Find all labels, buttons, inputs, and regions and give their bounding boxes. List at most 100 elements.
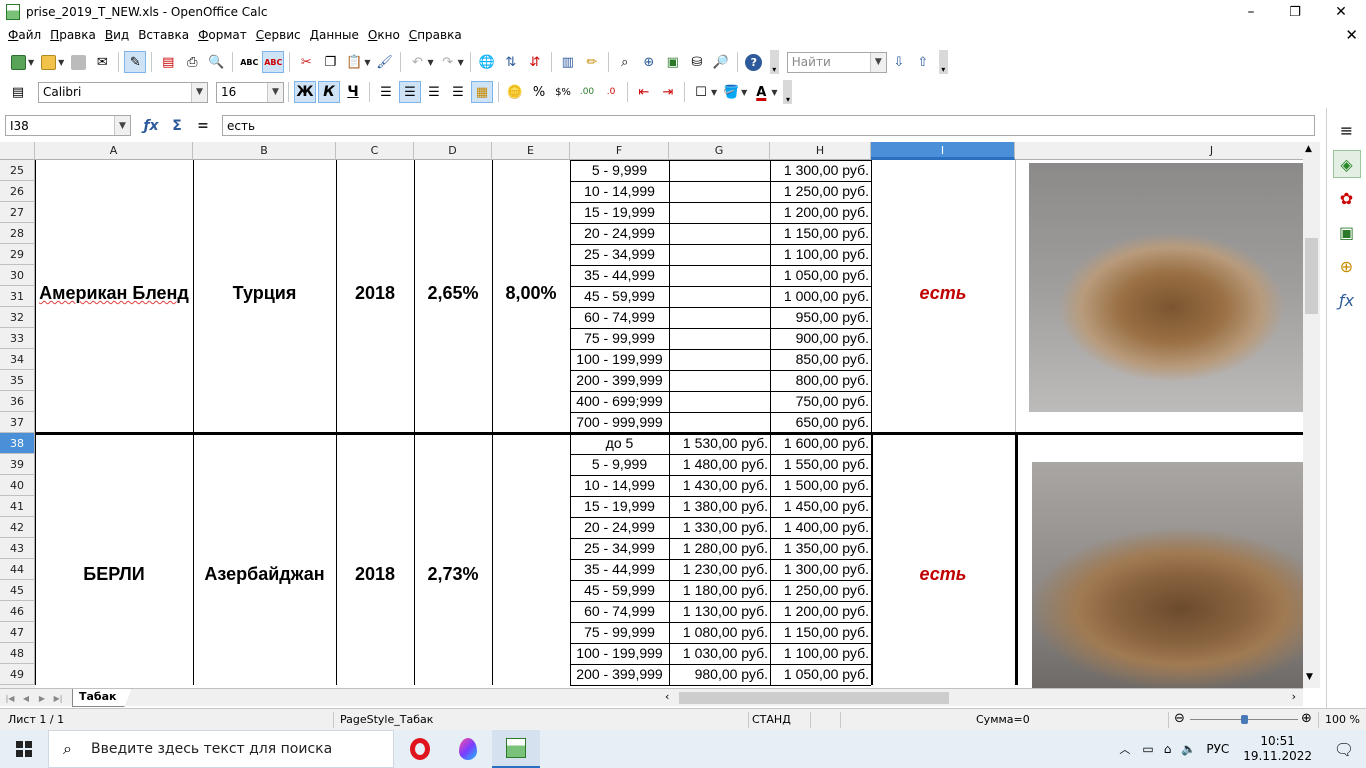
prev-sheet-icon[interactable]: ◀ [20, 692, 32, 704]
input-language[interactable]: РУС [1206, 742, 1229, 756]
cell-f-range[interactable]: 100 - 199,999 [570, 349, 669, 369]
properties-icon[interactable]: ◈ [1332, 150, 1361, 178]
sort-ascending-icon[interactable]: ⇅ [500, 51, 522, 73]
document-close-button[interactable]: ✕ [1345, 26, 1358, 44]
cell-f-range[interactable]: 10 - 14,999 [570, 181, 669, 201]
column-header-g[interactable]: G [669, 142, 770, 160]
cell-f-range[interactable]: 10 - 14,999 [570, 475, 669, 495]
formula-input[interactable]: есть [222, 115, 1315, 136]
font-color-icon[interactable]: A [750, 81, 772, 103]
cell-h-price[interactable]: 1 300,00 руб. [770, 559, 871, 579]
formula-equals-button[interactable]: = [192, 116, 214, 136]
start-button[interactable] [0, 730, 48, 768]
product-name[interactable]: Американ Бленд [35, 282, 193, 304]
cut-icon[interactable]: ✂ [295, 51, 317, 73]
row-header-46[interactable]: 46 [0, 601, 35, 622]
menu-4[interactable]: Формат [194, 28, 251, 42]
opera-app-icon[interactable] [396, 730, 444, 768]
product-year[interactable]: 2018 [336, 282, 414, 304]
column-header-d[interactable]: D [414, 142, 492, 160]
row-header-39[interactable]: 39 [0, 454, 35, 475]
save-icon[interactable] [67, 51, 89, 73]
row-header-35[interactable]: 35 [0, 370, 35, 391]
row-header-29[interactable]: 29 [0, 244, 35, 265]
cell-f-range[interactable]: 400 - 699;999 [570, 391, 669, 411]
cell-f-range[interactable]: 60 - 74,999 [570, 307, 669, 327]
cell-h-price[interactable]: 1 200,00 руб. [770, 202, 871, 222]
cell-g-price[interactable]: 1 280,00 руб. [669, 538, 770, 558]
product-name[interactable]: БЕРЛИ [35, 563, 193, 585]
cell-f-range[interactable]: 75 - 99,999 [570, 622, 669, 642]
zoom-slider-thumb[interactable] [1241, 715, 1248, 724]
row-header-47[interactable]: 47 [0, 622, 35, 643]
close-button[interactable]: ✕ [1318, 0, 1364, 24]
navigator-sidebar-icon[interactable]: ⊕ [1333, 252, 1361, 280]
styles-icon[interactable]: ✿ [1333, 184, 1361, 212]
cell-f-range[interactable]: 5 - 9,999 [570, 454, 669, 474]
row-header-36[interactable]: 36 [0, 391, 35, 412]
row-header-37[interactable]: 37 [0, 412, 35, 433]
find-toolbar-overflow-icon[interactable]: ▾ [938, 50, 948, 74]
tray-chevron-icon[interactable]: ︿ [1119, 741, 1130, 757]
zoom-in-icon[interactable]: ⊕ [1301, 711, 1312, 726]
cell-h-price[interactable]: 1 100,00 руб. [770, 244, 871, 264]
gallery-icon[interactable]: ▣ [662, 51, 684, 73]
help-icon[interactable]: ? [743, 51, 765, 73]
cell-f-range[interactable]: 45 - 59,999 [570, 580, 669, 600]
cell-f-range[interactable]: 45 - 59,999 [570, 286, 669, 306]
delete-decimal-icon[interactable]: .0 [600, 81, 622, 103]
row-header-41[interactable]: 41 [0, 496, 35, 517]
cell-f-range[interactable]: 25 - 34,999 [570, 538, 669, 558]
data-sources-icon[interactable]: ⛁ [686, 51, 708, 73]
row-header-48[interactable]: 48 [0, 643, 35, 664]
cell-h-price[interactable]: 1 050,00 руб. [770, 265, 871, 285]
font-size-select[interactable]: 16 ▼ [216, 81, 284, 103]
spreadsheet-grid[interactable]: ABCDEFGHIJ 25 26 27 28 29 30 31 32 33 34 35 36 37 38 3… [0, 142, 1303, 688]
new-document-icon[interactable] [7, 51, 29, 73]
row-header-45[interactable]: 45 [0, 580, 35, 601]
cell-f-range[interactable]: 15 - 19,999 [570, 202, 669, 222]
network-icon[interactable]: ⌂ [1164, 742, 1172, 756]
column-header-a[interactable]: A [35, 142, 193, 160]
find-previous-icon[interactable]: ⇧ [912, 51, 934, 73]
column-header-h[interactable]: H [770, 142, 871, 160]
row-header-44[interactable]: 44 [0, 559, 35, 580]
styles-formatting-icon[interactable]: ▤ [7, 81, 29, 103]
hyperlink-icon[interactable]: 🌐 [476, 51, 498, 73]
row-header-34[interactable]: 34 [0, 349, 35, 370]
align-right-icon[interactable]: ☰ [423, 81, 445, 103]
row-header-27[interactable]: 27 [0, 202, 35, 223]
volume-icon[interactable]: 🔈 [1181, 742, 1196, 756]
last-sheet-icon[interactable]: ▶| [52, 692, 64, 704]
cell-f-range[interactable]: 60 - 74,999 [570, 601, 669, 621]
cell-h-price[interactable]: 1 250,00 руб. [770, 580, 871, 600]
row-header-40[interactable]: 40 [0, 475, 35, 496]
scroll-up-icon[interactable]: ▲ [1305, 144, 1312, 154]
cell-g-price[interactable]: 1 530,00 руб. [669, 433, 770, 453]
browser-app-icon[interactable] [444, 730, 492, 768]
increase-indent-icon[interactable]: ⇥ [657, 81, 679, 103]
draw-functions-icon[interactable]: ✏ [581, 51, 603, 73]
product-country[interactable]: Азербайджан [193, 563, 336, 585]
horizontal-scrollbar[interactable]: ‹ › [665, 690, 1298, 706]
toolbar-overflow-icon[interactable]: ▾ [769, 50, 779, 74]
align-left-icon[interactable]: ☰ [375, 81, 397, 103]
find-input[interactable]: Найти ▼ [786, 51, 887, 73]
column-header-j[interactable]: J [1015, 142, 1303, 160]
cell-h-price[interactable]: 1 100,00 руб. [770, 643, 871, 663]
taskbar-search[interactable]: ⌕ Введите здесь текст для поиска [48, 730, 394, 768]
navigator-icon[interactable]: ⊕ [638, 51, 660, 73]
functions-icon[interactable]: ƒx [1333, 286, 1361, 314]
product-d[interactable]: 2,73% [414, 563, 492, 585]
cell-h-price[interactable]: 1 150,00 руб. [770, 622, 871, 642]
menu-0[interactable]: Файл [4, 28, 45, 42]
borders-icon[interactable]: ☐ [690, 81, 712, 103]
spellcheck-icon[interactable]: ABC [238, 51, 260, 73]
standard-format-button[interactable]: $% [552, 81, 574, 103]
row-header-32[interactable]: 32 [0, 307, 35, 328]
select-all-corner[interactable] [0, 142, 35, 160]
horizontal-scroll-thumb[interactable] [679, 692, 949, 704]
cell-f-range[interactable]: 15 - 19,999 [570, 496, 669, 516]
page-style[interactable]: PageStyle_Табак [340, 713, 433, 726]
menu-2[interactable]: Вид [101, 28, 133, 42]
